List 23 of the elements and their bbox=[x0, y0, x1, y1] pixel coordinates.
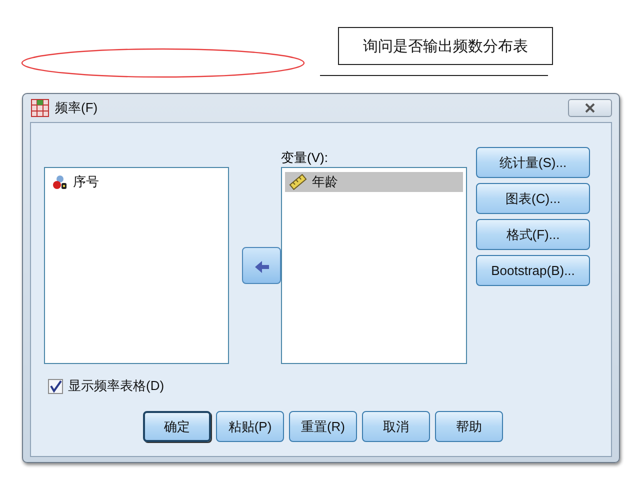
checkbox[interactable] bbox=[48, 378, 63, 394]
variable-item[interactable]: 序号 bbox=[48, 172, 225, 192]
window-title: 频率(F) bbox=[55, 99, 98, 117]
dialog-button[interactable]: 帮助 bbox=[435, 411, 503, 442]
option-button[interactable]: Bootstrap(B)... bbox=[476, 255, 590, 286]
variable-item[interactable]: 年龄 bbox=[285, 172, 463, 192]
check-icon bbox=[49, 380, 62, 392]
arrow-left-icon bbox=[254, 258, 270, 272]
dialog-button[interactable]: 重置(R) bbox=[289, 411, 357, 442]
move-button[interactable] bbox=[242, 247, 281, 284]
dialog-button[interactable]: 取消 bbox=[362, 411, 430, 442]
option-button[interactable]: 图表(C)... bbox=[476, 183, 590, 214]
option-button[interactable]: 统计量(S)... bbox=[476, 147, 590, 178]
table-icon bbox=[31, 99, 49, 117]
checkbox-label: 显示频率表格(D) bbox=[68, 377, 164, 395]
option-button[interactable]: 格式(F)... bbox=[476, 219, 590, 250]
close-icon bbox=[584, 103, 596, 113]
dialog-button[interactable]: 确定 bbox=[143, 411, 211, 442]
variables-label: 变量(V): bbox=[281, 149, 329, 167]
close-button[interactable] bbox=[568, 99, 612, 117]
nominal-variable-icon bbox=[52, 174, 68, 190]
callout-text: 询问是否输出频数分布表 bbox=[338, 27, 553, 65]
dialog-button[interactable]: 粘贴(P) bbox=[216, 411, 284, 442]
